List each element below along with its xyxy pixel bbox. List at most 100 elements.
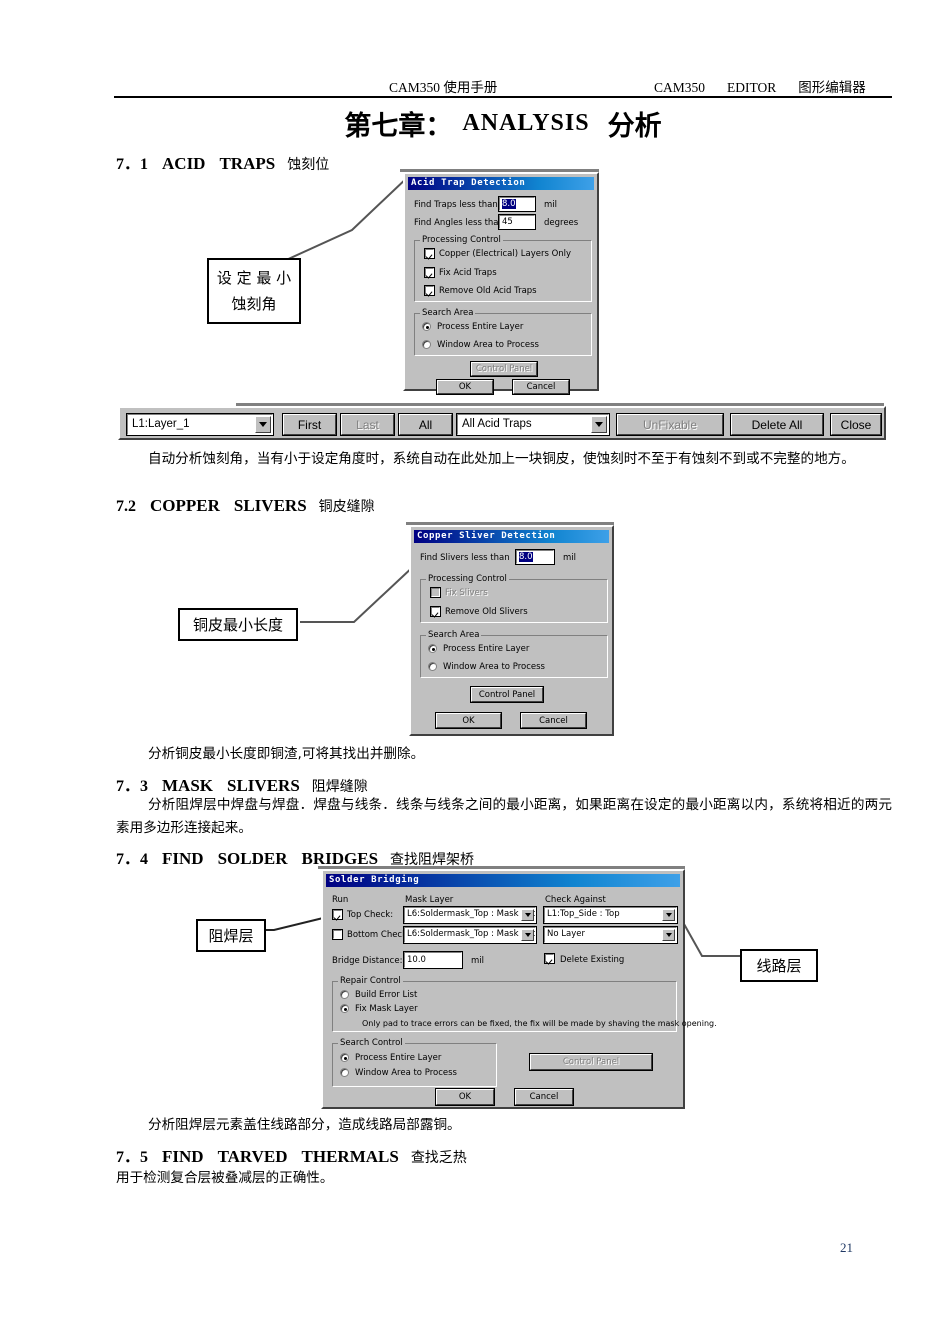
chevron-down-icon[interactable] — [521, 929, 534, 941]
radio-fix-mask-layer[interactable] — [340, 1004, 349, 1013]
paragraph-7-1: 自动分析蚀刻角，当有小于设定角度时，系统自动在此处加上一块铜皮，使蚀刻时不至于有… — [148, 451, 855, 467]
checkbox-fix-slivers[interactable] — [430, 587, 441, 598]
toolbar-filter-select[interactable]: All Acid Traps — [456, 413, 610, 436]
header-divider — [114, 96, 892, 98]
column-run-label: Run — [332, 895, 349, 905]
radio-bridging-window-area[interactable] — [340, 1068, 349, 1077]
toolbar-close-button[interactable]: Close — [830, 413, 882, 436]
document-page: CAM350 使用手册 CAM350 EDITOR 图形编辑器 第七章： ANALYS… — [0, 0, 945, 1337]
find-angles-input[interactable]: 45 — [498, 214, 536, 230]
bridge-distance-unit: mil — [471, 956, 485, 966]
section-7-3-cn: 阻焊缝隙 — [311, 779, 368, 795]
solder-bridging-dialog: Solder Bridging Run Mask Layer Check Aga… — [321, 869, 717, 1109]
section-7-5-number: 7．5 — [116, 1149, 149, 1166]
section-7-5-title-b: TARVED — [217, 1147, 288, 1166]
search-area-label: Search Area — [420, 308, 476, 318]
acid-control-panel-button[interactable]: Control Panel — [470, 361, 538, 377]
checkbox-copper-layers-only[interactable] — [424, 248, 435, 259]
label-build-error-list: Build Error List — [355, 990, 418, 1000]
section-7-5-title-a: FIND — [162, 1147, 204, 1166]
label-top-check: Top Check: — [347, 910, 394, 920]
radio-bridging-process-entire-layer[interactable] — [340, 1053, 349, 1062]
checkbox-top-check[interactable] — [332, 909, 343, 920]
find-traps-value: 8.0 — [502, 199, 516, 209]
paragraph-7-5: 用于检测复合层被叠减层的正确性。 — [116, 1170, 334, 1186]
toolbar-all-button[interactable]: All — [398, 413, 453, 436]
repair-control-note: Only pad to trace errors can be fixed, t… — [362, 1019, 717, 1028]
bridging-control-panel-button[interactable]: Control Panel — [529, 1053, 653, 1071]
section-7-5-title-c: THERMALS — [301, 1147, 399, 1166]
chapter-title: 第七章： ANALYSIS 分析 — [114, 104, 892, 143]
checkbox-bottom-check[interactable] — [332, 929, 343, 940]
section-7-2-number: 7.2 — [116, 498, 136, 515]
header-center-text: CAM350 使用手册 — [389, 80, 498, 95]
find-slivers-input[interactable]: 8.0 — [515, 549, 555, 565]
section-7-3-title-a: MASK — [162, 776, 214, 795]
check-against-top-value: L1:Top_Side : Top — [547, 909, 620, 919]
section-7-4-title-b: SOLDER — [217, 849, 288, 868]
checkbox-remove-old-slivers[interactable] — [430, 606, 441, 617]
bridging-cancel-button[interactable]: Cancel — [514, 1088, 574, 1106]
toolbar-filter-value: All Acid Traps — [462, 418, 532, 430]
chevron-down-icon[interactable] — [255, 416, 271, 433]
toolbar-layer-value: L1:Layer_1 — [132, 418, 190, 430]
paragraph-7-2: 分析铜皮最小长度即铜渣,可将其找出并删除。 — [148, 746, 425, 762]
toolbar-unfixable-button[interactable]: UnFixable — [616, 413, 724, 436]
section-7-1-title-b: TRAPS — [219, 154, 276, 173]
mask-layer-top-select[interactable]: L6:Soldermask_Top : Mask bot — [403, 906, 537, 924]
find-traps-label: Find Traps less than — [414, 200, 498, 210]
search-control-group — [332, 1043, 497, 1087]
bridge-distance-value: 10.0 — [407, 955, 426, 965]
toolbar-last-button[interactable]: Last — [340, 413, 395, 436]
page-number: 21 — [840, 1240, 853, 1255]
check-against-bottom-select[interactable]: No Layer — [543, 926, 678, 944]
toolbar-layer-select[interactable]: L1:Layer_1 — [126, 413, 274, 436]
bridge-distance-input[interactable]: 10.0 — [403, 951, 463, 969]
chevron-down-icon[interactable] — [662, 909, 675, 921]
acid-cancel-button[interactable]: Cancel — [512, 379, 570, 395]
label-process-entire-layer: Process Entire Layer — [437, 322, 524, 332]
sliver-ok-button[interactable]: OK — [435, 712, 502, 729]
section-heading-7-2: 7.2 COPPER SLIVERS 铜皮缝隙 — [116, 496, 375, 516]
section-7-1-cn: 蚀刻位 — [287, 157, 330, 173]
sliver-control-panel-button[interactable]: Control Panel — [470, 686, 544, 703]
section-7-2-title-b: SLIVERS — [233, 496, 307, 515]
radio-build-error-list[interactable] — [340, 990, 349, 999]
radio-window-area-to-process[interactable] — [422, 340, 431, 349]
checkbox-remove-old-acid-traps[interactable] — [424, 285, 435, 296]
label-delete-existing: Delete Existing — [560, 955, 625, 965]
callout-trace-layer: 线路层 — [740, 949, 818, 982]
chevron-down-icon[interactable] — [521, 909, 534, 921]
mask-layer-bottom-select[interactable]: L6:Soldermask_Top : Mask bot — [403, 926, 537, 944]
section-7-1-number: 7．1 — [116, 156, 149, 173]
find-traps-input[interactable]: 8.0 — [498, 196, 536, 212]
section-7-2-title-a: COPPER — [150, 496, 220, 515]
section-7-5-cn: 查找乏热 — [410, 1150, 467, 1166]
acid-ok-button[interactable]: OK — [436, 379, 494, 395]
section-heading-7-3: 7．3 MASK SLIVERS 阻焊缝隙 — [116, 772, 368, 796]
label-bridging-window-area: Window Area to Process — [355, 1068, 457, 1078]
chevron-down-icon[interactable] — [591, 416, 607, 433]
toolbar-delete-all-button[interactable]: Delete All — [730, 413, 824, 436]
checkbox-delete-existing[interactable] — [544, 953, 555, 964]
label-fix-mask-layer: Fix Mask Layer — [355, 1004, 418, 1014]
section-7-3-title-b: SLIVERS — [227, 776, 300, 795]
check-against-top-select[interactable]: L1:Top_Side : Top — [543, 906, 678, 924]
label-sliver-process-entire-layer: Process Entire Layer — [443, 644, 530, 654]
toolbar-first-button[interactable]: First — [282, 413, 337, 436]
sliver-cancel-button[interactable]: Cancel — [520, 712, 587, 729]
bridging-ok-button[interactable]: OK — [435, 1088, 495, 1106]
mask-layer-top-value: L6:Soldermask_Top : Mask bot — [407, 909, 536, 919]
section-7-4-title-a: FIND — [162, 849, 204, 868]
radio-sliver-window-area[interactable] — [428, 662, 437, 671]
label-bridging-process-entire-layer: Process Entire Layer — [355, 1053, 442, 1063]
radio-process-entire-layer[interactable] — [422, 322, 431, 331]
section-7-2-cn: 铜皮缝隙 — [318, 499, 375, 515]
radio-sliver-process-entire-layer[interactable] — [428, 644, 437, 653]
solder-bridging-dialog-titlebar: Solder Bridging — [326, 874, 680, 887]
chapter-title-english: ANALYSIS — [462, 110, 590, 136]
chevron-down-icon[interactable] — [662, 929, 675, 941]
sliver-processing-control-label: Processing Control — [426, 574, 509, 584]
chapter-title-suffix: 分析 — [607, 111, 662, 141]
checkbox-fix-acid-traps[interactable] — [424, 267, 435, 278]
